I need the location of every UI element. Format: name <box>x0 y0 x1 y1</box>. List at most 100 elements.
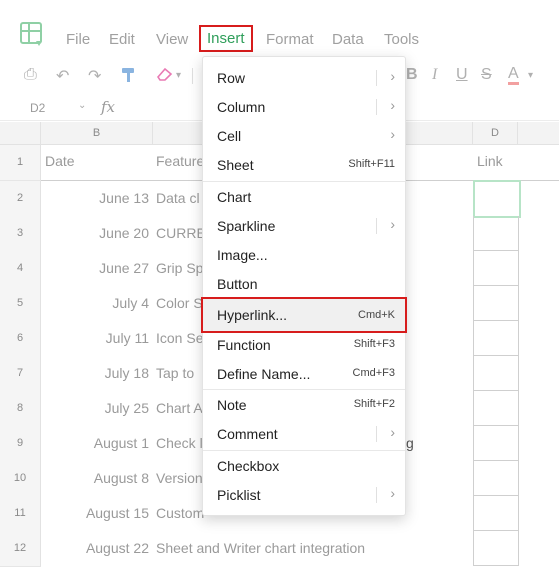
eraser-dropdown-icon[interactable]: ▾ <box>176 70 181 81</box>
row-header[interactable]: 11 <box>0 496 41 532</box>
menu-item-label: Define Name... <box>217 366 311 382</box>
eraser-icon[interactable] <box>155 66 175 87</box>
name-box[interactable]: D2 <box>30 101 45 115</box>
row-header[interactable]: 9 <box>0 426 41 462</box>
column-header-b[interactable]: B <box>41 122 153 145</box>
menu-item-sparkline[interactable]: Sparkline › <box>203 212 405 240</box>
row-header[interactable]: 2 <box>0 181 41 217</box>
font-color-button[interactable]: A <box>508 66 519 85</box>
row-header[interactable]: 4 <box>0 251 41 287</box>
menu-item-chart[interactable]: Chart <box>203 183 405 211</box>
overflow-text: g <box>406 435 414 451</box>
sheet-app-icon[interactable] <box>20 22 46 48</box>
menu-tools[interactable]: Tools <box>384 31 419 48</box>
menu-item-divider <box>376 426 377 442</box>
feature-cell[interactable]: Sheet and Writer chart integration <box>156 531 456 566</box>
date-cell[interactable]: August 15 <box>41 496 149 531</box>
menu-item-image[interactable]: Image... <box>203 241 405 269</box>
menu-item-checkbox[interactable]: Checkbox <box>203 452 405 480</box>
row-header[interactable]: 6 <box>0 321 41 357</box>
menu-view[interactable]: View <box>156 31 188 48</box>
menu-item-note[interactable]: Note Shift+F2 <box>203 391 405 419</box>
menu-item-row[interactable]: Row › <box>203 64 405 92</box>
chevron-right-icon: › <box>390 216 395 232</box>
link-cell[interactable] <box>473 356 519 391</box>
menu-item-shortcut: Cmd+K <box>358 309 395 321</box>
column-header-d[interactable]: D <box>473 122 518 145</box>
menu-edit[interactable]: Edit <box>109 31 135 48</box>
menu-item-divider <box>376 99 377 115</box>
menu-divider <box>203 181 405 182</box>
strikethrough-button[interactable]: S <box>481 66 492 84</box>
menu-item-picklist[interactable]: Picklist › <box>203 481 405 509</box>
link-cell[interactable] <box>473 286 519 321</box>
menu-item-hyperlink[interactable]: Hyperlink... Cmd+K <box>201 297 407 333</box>
menu-file[interactable]: File <box>66 31 90 48</box>
row-header[interactable]: 1 <box>0 145 41 181</box>
link-cell[interactable] <box>473 251 519 286</box>
row-header[interactable]: 3 <box>0 216 41 252</box>
menu-insert[interactable]: Insert <box>199 25 253 52</box>
menu-item-shortcut: Shift+F2 <box>353 398 395 410</box>
row-header[interactable]: 7 <box>0 356 41 392</box>
toolbar-divider <box>192 68 193 84</box>
date-cell[interactable]: August 22 <box>41 531 149 566</box>
header-link: Link <box>477 153 503 169</box>
chevron-right-icon: › <box>390 126 395 142</box>
menu-data[interactable]: Data <box>332 31 364 48</box>
font-color-dropdown-icon[interactable]: ▾ <box>528 70 533 81</box>
menu-item-button[interactable]: Button <box>203 270 405 298</box>
row-header[interactable]: 12 <box>0 531 41 567</box>
date-cell[interactable]: July 11 <box>41 321 149 356</box>
date-cell[interactable]: July 18 <box>41 356 149 391</box>
menu-format[interactable]: Format <box>266 31 314 48</box>
menu-item-label: Checkbox <box>217 458 280 474</box>
date-cell[interactable]: August 8 <box>41 461 149 496</box>
link-cell[interactable] <box>473 321 519 356</box>
date-cell[interactable]: August 1 <box>41 426 149 461</box>
italic-button[interactable]: I <box>432 66 437 84</box>
paint-format-icon[interactable] <box>120 66 138 89</box>
date-cell[interactable]: June 13 <box>41 181 149 216</box>
print-icon[interactable]: ⎙ <box>24 66 37 84</box>
chevron-right-icon: › <box>390 424 395 440</box>
row-header[interactable]: 8 <box>0 391 41 427</box>
row-header[interactable]: 5 <box>0 286 41 322</box>
redo-icon[interactable]: ↷ <box>88 66 101 86</box>
menu-item-cell[interactable]: Cell › <box>203 122 405 150</box>
column-header-e[interactable] <box>518 122 559 145</box>
link-cell[interactable] <box>473 531 519 566</box>
link-cell[interactable] <box>473 391 519 426</box>
link-cell[interactable] <box>473 496 519 531</box>
underline-button[interactable]: U <box>456 66 468 84</box>
name-box-dropdown-icon[interactable]: ⌄ <box>78 100 86 111</box>
header-date: Date <box>45 153 75 169</box>
bold-button[interactable]: B <box>406 66 418 84</box>
menu-item-function[interactable]: Function Shift+F3 <box>203 331 405 359</box>
menu-item-label: Comment <box>217 426 278 442</box>
menu-item-shortcut: Cmd+F3 <box>352 367 396 379</box>
menu-divider <box>203 389 405 390</box>
date-cell[interactable]: July 25 <box>41 391 149 426</box>
menu-item-define-name[interactable]: Define Name... Cmd+F3 <box>203 360 405 388</box>
selected-cell-d2[interactable] <box>473 180 521 218</box>
menu-item-label: Row <box>217 70 246 86</box>
link-cell[interactable] <box>473 426 519 461</box>
menu-item-divider <box>376 218 377 234</box>
select-all-corner[interactable] <box>0 122 41 145</box>
menu-item-label: Column <box>217 99 266 115</box>
menu-item-column[interactable]: Column › <box>203 93 405 121</box>
menu-item-shortcut: Shift+F11 <box>348 158 395 170</box>
menu-item-comment[interactable]: Comment › <box>203 420 405 448</box>
menu-item-sheet[interactable]: Sheet Shift+F11 <box>203 151 405 179</box>
date-cell[interactable]: June 20 <box>41 216 149 251</box>
undo-icon[interactable]: ↶ <box>56 66 69 86</box>
link-cell[interactable] <box>473 216 519 251</box>
link-cell[interactable] <box>473 461 519 496</box>
date-cell[interactable]: June 27 <box>41 251 149 286</box>
chevron-right-icon: › <box>390 68 395 84</box>
function-icon[interactable]: fx <box>101 98 115 116</box>
menu-item-label: Cell <box>217 128 242 144</box>
date-cell[interactable]: July 4 <box>41 286 149 321</box>
row-header[interactable]: 10 <box>0 461 41 497</box>
